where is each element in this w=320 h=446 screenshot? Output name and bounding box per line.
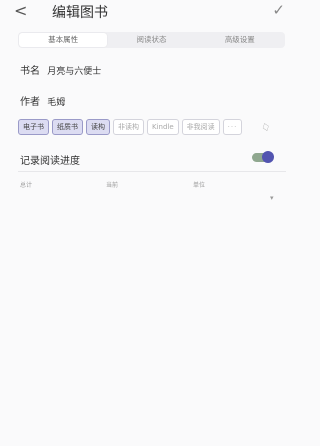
book-name-field[interactable]: 书名 月亮与六便士 — [20, 62, 101, 77]
confirm-icon[interactable]: ✓ — [272, 1, 285, 19]
author-label: 作者 — [20, 97, 40, 108]
current-column-label: 当前 — [106, 182, 119, 189]
tag-not-purchased[interactable]: 非读构 — [113, 119, 144, 135]
unit-dropdown-chevron-icon[interactable]: ▾ — [270, 194, 274, 202]
tag-paper-book[interactable]: 纸质书 — [52, 119, 83, 135]
tab-basic-properties[interactable]: 基本属性 — [19, 33, 108, 47]
divider — [18, 171, 286, 172]
header-bar: < 编辑图书 ✓ — [0, 0, 303, 24]
author-value[interactable]: 毛姆 — [47, 98, 65, 108]
total-column-label: 总计 — [20, 182, 33, 189]
tag-kindle[interactable]: Kindle — [147, 119, 179, 135]
tag-not-my-reading[interactable]: 非我阅读 — [181, 119, 220, 135]
tab-reading-status[interactable]: 阅读状态 — [107, 33, 195, 47]
tab-advanced-settings[interactable]: 高级设置 — [196, 33, 284, 47]
page-title: 编辑图书 — [52, 5, 108, 21]
tag-list: 电子书 纸质书 读构 非读构 Kindle 非我阅读 ··· — [18, 118, 245, 136]
tag-purchased[interactable]: 读构 — [86, 119, 110, 135]
book-name-value[interactable]: 月亮与六便士 — [47, 67, 101, 77]
unit-column-label: 单位 — [193, 182, 206, 189]
record-progress-toggle[interactable] — [252, 151, 274, 163]
record-progress-label: 记录阅读进度 — [20, 156, 80, 167]
tag-ebook[interactable]: 电子书 — [18, 119, 49, 135]
back-icon[interactable]: < — [14, 1, 27, 20]
tag-icon[interactable]: ♢ — [259, 120, 273, 136]
more-tags-button[interactable]: ··· — [222, 119, 243, 135]
author-field[interactable]: 作者 毛姆 — [20, 93, 65, 108]
toggle-knob — [262, 151, 274, 163]
book-name-label: 书名 — [20, 66, 40, 77]
tab-bar: 基本属性 阅读状态 高级设置 — [18, 32, 285, 48]
